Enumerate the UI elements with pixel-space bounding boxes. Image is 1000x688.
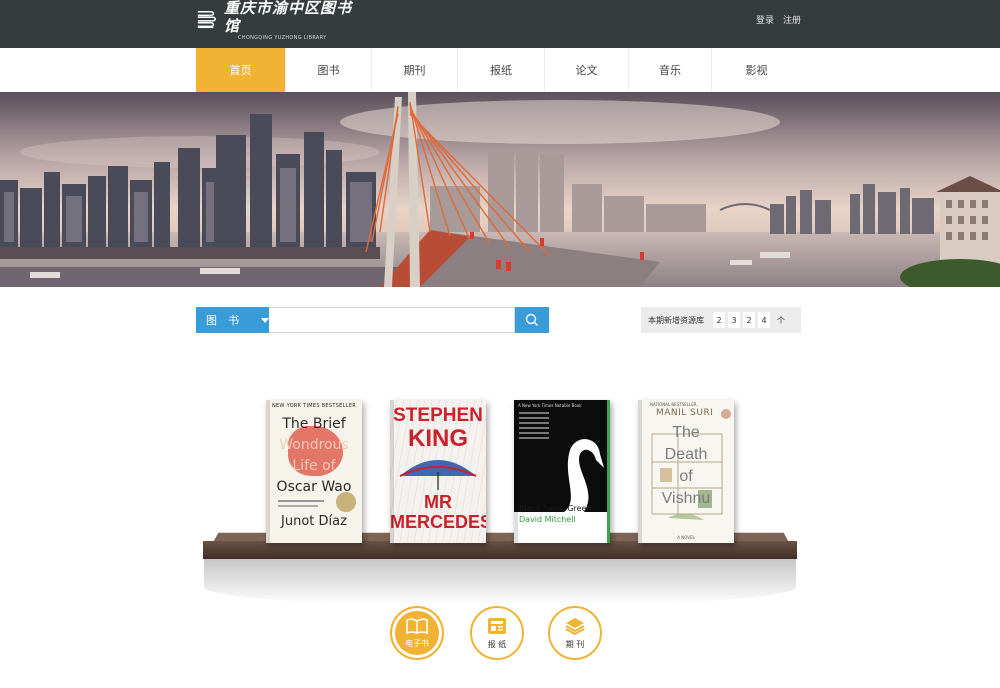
nav-item-video[interactable]: 影视 (712, 48, 801, 92)
logo-title: 重庆市渝中区图书馆 (224, 0, 353, 35)
top-header: 重庆市渝中区图书馆 CHONGQING YUZHONG LIBRARY 登录 注… (0, 0, 1000, 48)
caret-down-icon (261, 317, 269, 323)
periodical-label: 期 刊 (565, 640, 585, 649)
counter-digit: 3 (728, 312, 740, 328)
ebook-label: 电子书 (405, 639, 429, 648)
book-title-line: MR (424, 492, 452, 512)
book-author: Junot Díaz (281, 514, 347, 529)
book-author-line: STEPHEN (393, 405, 483, 426)
blurb-line (278, 500, 324, 502)
counter-digit: 4 (758, 312, 770, 328)
nav-item-books[interactable]: 图书 (286, 48, 372, 92)
library-logo[interactable]: 重庆市渝中区图书馆 CHONGQING YUZHONG LIBRARY (196, 0, 356, 41)
category-label: 图 书 (206, 314, 239, 327)
nav-item-periodicals[interactable]: 期刊 (372, 48, 458, 92)
book-spine (638, 400, 642, 543)
book-spine (266, 400, 270, 543)
login-link[interactable]: 登录 (756, 13, 774, 26)
newspaper-label: 报 纸 (487, 640, 507, 649)
counter-label: 本期新增资源库 (648, 315, 704, 325)
book-title-line: Vishnu (661, 490, 711, 507)
book-title-line: Death (664, 446, 708, 463)
book-cover-oscar-wao[interactable]: NEW YORK TIMES BESTSELLER The Brief Wond… (266, 400, 362, 543)
book-cover-death-of-vishnu[interactable]: NATIONAL BESTSELLER MANIL SURI The Death… (638, 400, 734, 543)
book-badge: A New York Times Notable Book (518, 403, 582, 408)
counter-unit: 个 (777, 315, 785, 325)
book-badge: NATIONAL BESTSELLER (650, 402, 697, 407)
search-button[interactable] (515, 307, 549, 333)
bookshelf: NEW YORK TIMES BESTSELLER The Brief Wond… (200, 360, 800, 605)
blurb-line (278, 505, 318, 507)
book-badge: NEW YORK TIMES BESTSELLER (271, 403, 357, 409)
counter-digit: 2 (743, 312, 755, 328)
new-resources-counter: 本期新增资源库 2 3 2 4 个 (641, 307, 801, 333)
register-link[interactable]: 注册 (783, 13, 801, 26)
nav-item-music[interactable]: 音乐 (629, 48, 712, 92)
newspaper-icon (488, 618, 506, 634)
book-footer: A NOVEL (677, 535, 695, 540)
logo-subtitle: CHONGQING YUZHONG LIBRARY (238, 34, 327, 41)
periodical-link[interactable]: 期 刊 (548, 606, 602, 660)
nav-item-newspapers[interactable]: 报纸 (458, 48, 545, 92)
search-bar: 图 书 (196, 307, 549, 333)
counter-digit: 2 (713, 312, 725, 328)
shelf-front (203, 541, 797, 559)
nav-item-papers[interactable]: 论文 (545, 48, 629, 92)
book-title-line: of (679, 468, 693, 485)
green-edge (607, 400, 610, 543)
book-title-line: Wondrous (279, 437, 349, 453)
main-nav: 首页 图书 期刊 报纸 论文 音乐 影视 (196, 48, 801, 104)
shelf-shadow (204, 559, 796, 605)
cityscape-illustration (0, 92, 1000, 287)
book-author: David Mitchell (519, 515, 576, 524)
book-cover-mr-mercedes[interactable]: STEPHEN KING MR MERCEDES (390, 400, 486, 543)
book-title-line: Life of (292, 458, 336, 474)
book-stack-logo-icon (197, 11, 216, 29)
book-title-line: MERCEDES (390, 512, 486, 532)
book-title-line: The (672, 424, 700, 441)
book-spine (514, 400, 518, 543)
book-spine (390, 400, 394, 543)
book-title: Black Swan Green (519, 504, 592, 513)
umbrella-icon (399, 460, 477, 490)
book-author-line: KING (408, 425, 468, 452)
auth-links: 登录 注册 (756, 13, 801, 26)
search-input[interactable] (269, 307, 515, 333)
city-bridge-banner (0, 92, 1000, 287)
search-icon (525, 313, 539, 327)
open-book-icon (406, 618, 428, 635)
ebook-link[interactable]: 电子书 (390, 606, 444, 660)
book-cover-black-swan-green[interactable]: A New York Times Notable Book Black Swan… (514, 400, 610, 543)
book-title-line: The Brief (282, 416, 346, 432)
category-dropdown[interactable]: 图 书 (196, 307, 269, 333)
newspaper-link[interactable]: 报 纸 (470, 606, 524, 660)
swan-illustration (514, 439, 610, 543)
nav-item-home[interactable]: 首页 (196, 48, 286, 104)
stacked-layers-icon (565, 618, 585, 636)
book-author: MANIL SURI (656, 408, 714, 418)
award-seal (336, 492, 356, 512)
